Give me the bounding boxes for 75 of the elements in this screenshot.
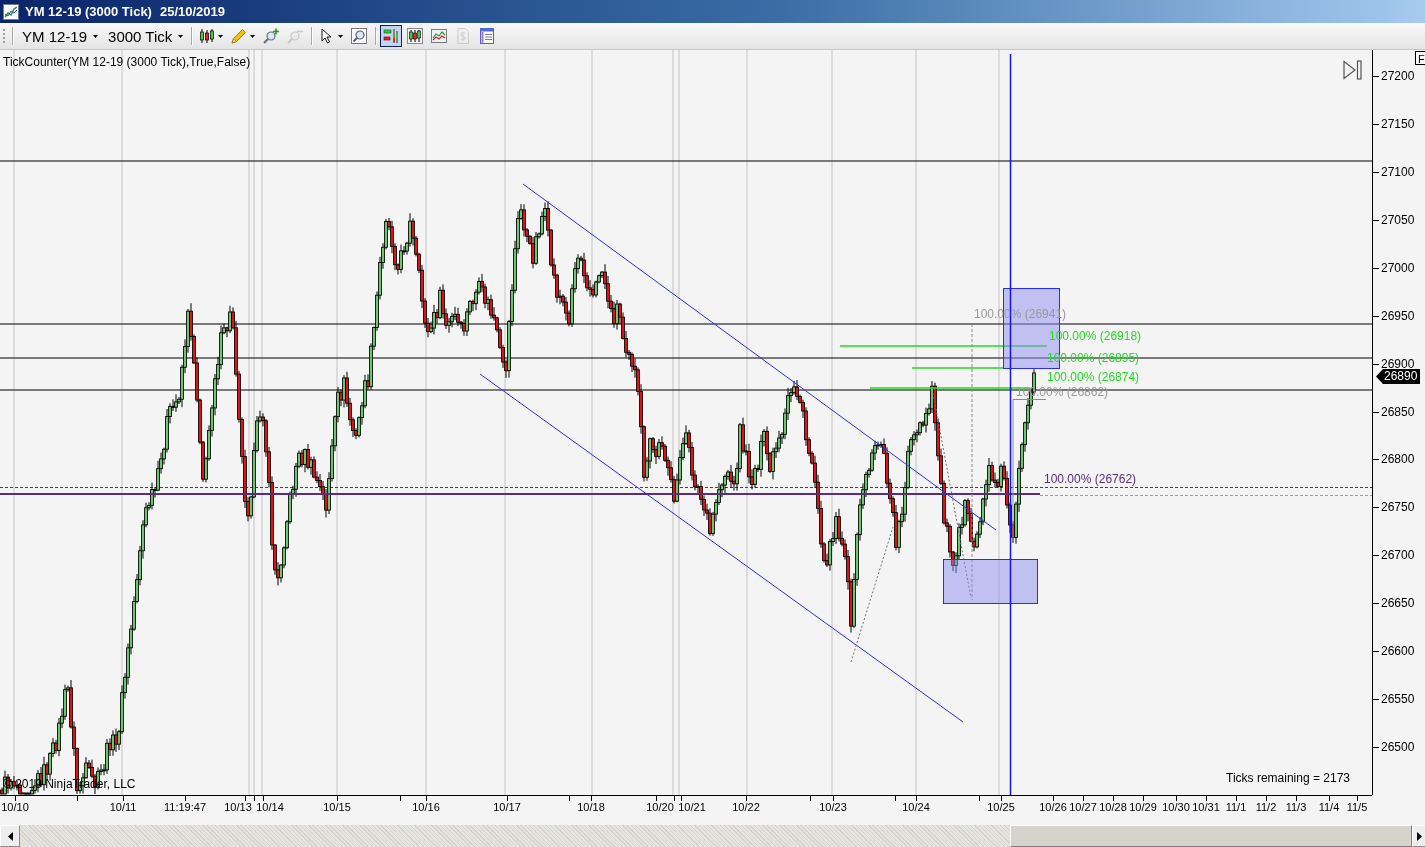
ticks-remaining-label: Ticks remaining = 2173 xyxy=(1226,771,1350,785)
price-label: 26900 xyxy=(1381,357,1415,370)
window-date: 25/10/2019 xyxy=(159,4,226,19)
caret-icon xyxy=(178,34,184,38)
pencil-icon xyxy=(231,28,248,44)
time-label: 10/10 xyxy=(1,800,29,814)
caret-icon xyxy=(93,34,99,38)
indicator-label: TickCounter(YM 12-19 (3000 Tick),True,False) xyxy=(3,55,251,69)
candlestick-icon xyxy=(199,28,216,44)
price-label: 26500 xyxy=(1381,741,1415,753)
price-label: 27050 xyxy=(1381,213,1415,226)
time-label: 11/2 xyxy=(1255,800,1277,814)
time-label: 10/25 xyxy=(987,800,1015,814)
candles-box-icon xyxy=(407,28,424,44)
price-label: 26700 xyxy=(1381,549,1415,562)
line-chart-icon xyxy=(431,28,448,44)
time-label: 10/23 xyxy=(819,800,847,814)
magnifier-icon xyxy=(351,28,368,44)
bar-chart-icon xyxy=(383,28,400,44)
arrow-right-icon xyxy=(1417,831,1422,841)
time-label: 10/29 xyxy=(1129,800,1157,814)
level-label: 100.00% (26762) xyxy=(1044,472,1137,486)
scroll-left-button[interactable] xyxy=(0,825,20,847)
corner-button[interactable]: F xyxy=(1415,51,1425,65)
grip-icon[interactable] xyxy=(3,28,6,44)
zoom-out-icon xyxy=(287,28,304,44)
price-label: 27200 xyxy=(1381,70,1415,82)
page-icon xyxy=(455,28,472,44)
window-title: YM 12-19 (3000 Tick) xyxy=(25,4,152,19)
price-label: 26650 xyxy=(1381,597,1415,610)
time-label: 11/3 xyxy=(1285,800,1307,814)
time-label: 10/28 xyxy=(1099,800,1127,814)
time-label: 10/16 xyxy=(412,800,440,814)
time-label: 10/24 xyxy=(902,800,930,814)
time-label: 10/22 xyxy=(732,800,760,814)
time-label: 10/18 xyxy=(577,800,605,814)
level-label: 100.00% (26874) xyxy=(1047,370,1140,384)
skip-to-end-icon[interactable] xyxy=(1343,60,1362,80)
time-label: 10/13 xyxy=(224,800,252,814)
price-label: 26950 xyxy=(1381,309,1415,322)
caret-icon xyxy=(338,34,344,38)
time-label: 11:19:47 xyxy=(164,800,206,814)
time-label: 10/30 xyxy=(1162,800,1190,814)
last-price-tag: 26890 xyxy=(1376,369,1421,384)
chart-icon xyxy=(3,3,19,20)
time-label: 10/17 xyxy=(493,800,521,814)
scrollbar-thumb[interactable] xyxy=(1010,825,1412,847)
time-label: 11/5 xyxy=(1346,800,1368,814)
time-label: 10/27 xyxy=(1069,800,1097,814)
time-label: 10/14 xyxy=(256,800,284,814)
time-label: 10/11 xyxy=(109,800,137,814)
price-label: 26850 xyxy=(1381,405,1415,418)
price-label: 26800 xyxy=(1381,453,1415,466)
time-label: 11/4 xyxy=(1318,800,1340,814)
price-label: 26750 xyxy=(1381,501,1415,514)
instrument-dropdown[interactable]: YM 12-19 xyxy=(17,25,104,47)
time-label: 10/26 xyxy=(1039,800,1067,814)
time-label: 11/1 xyxy=(1225,800,1247,814)
interval-dropdown[interactable]: 3000 Tick xyxy=(103,25,189,47)
time-label: 10/20 xyxy=(646,800,674,814)
time-label: 10/15 xyxy=(323,800,351,814)
price-label: 27000 xyxy=(1381,261,1415,274)
zoom-in-icon xyxy=(263,28,280,44)
price-label: 26600 xyxy=(1381,645,1415,658)
caret-icon xyxy=(250,34,256,38)
price-label: 27100 xyxy=(1381,165,1415,178)
scroll-right-button[interactable] xyxy=(1412,825,1425,847)
time-label: 10/21 xyxy=(678,800,706,814)
time-label: 10/31 xyxy=(1192,800,1220,814)
data-box-button[interactable] xyxy=(380,25,403,47)
arrow-left-icon xyxy=(7,831,13,841)
window-list-icon xyxy=(479,28,496,44)
price-label: 26550 xyxy=(1381,693,1415,706)
price-label: 27150 xyxy=(1381,117,1415,130)
caret-icon xyxy=(218,34,224,38)
